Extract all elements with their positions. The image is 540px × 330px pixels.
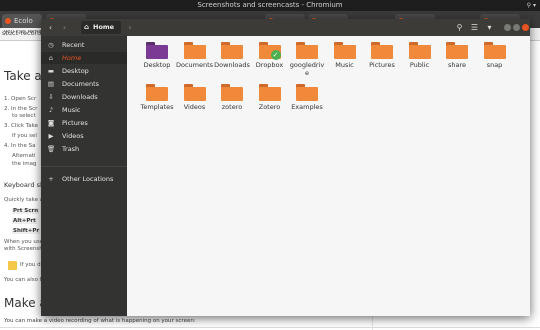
files-window: ‹ › ⌂ Home › ⚲ ☰ ▾ ◷ Recent ⌂ Home ▬ Desktop ▤… [41,19,530,316]
back-button[interactable]: ‹ [45,22,56,33]
article-text: If you d [20,262,41,268]
sync-check-icon: ✓ [270,50,281,60]
trash-icon: 🗑 [47,145,56,153]
file-grid: Desktop Documents Downloads ✓ Dropbox googled… [127,36,530,316]
article-text: with Screensh [4,246,43,252]
folder-icon: ✓ [258,42,281,60]
window-title: Screenshots and screencasts - Chromium [197,1,343,9]
folder-icon [296,42,318,59]
path-forward-button[interactable]: › [125,22,135,33]
sidebar-item-label: Trash [62,145,80,153]
places-sidebar: ◷ Recent ⌂ Home ▬ Desktop ▤ Documents ⇩ Downloads… [41,36,127,316]
search-icon[interactable]: ⚲ [454,22,465,33]
sidebar-item-music[interactable]: ♪ Music [41,104,127,116]
folder-icon [296,84,318,101]
sidebar-separator [41,166,127,167]
sidebar-item-label: Recent [62,41,85,49]
folder-icon [183,84,206,101]
menu-icon[interactable]: ▾ [484,22,495,33]
folder-icon [408,42,431,59]
video-icon: ▶ [48,132,54,140]
plus-icon: + [48,175,54,183]
sidebar-item-label: Documents [62,80,100,88]
maximize-button[interactable] [513,24,520,31]
key-label: Alt+Prt [12,218,37,224]
folder-icon [446,42,468,59]
sidebar-item-label: Pictures [62,119,88,127]
article-step: 1. Open Scr [4,96,37,102]
folder-icon [333,42,356,59]
home-icon: ⌂ [84,23,90,31]
sidebar-item-desktop[interactable]: ▬ Desktop [41,65,127,77]
article-text: Quickly take a [4,197,44,203]
folder-icon: ▬ [47,67,55,75]
sidebar-item-label: Music [62,106,81,114]
sidebar-item-trash[interactable]: 🗑 Trash [41,143,127,155]
home-icon: ⌂ [48,54,54,62]
sidebar-item-label: Videos [62,132,84,140]
sidebar-item-other-locations[interactable]: + Other Locations [41,173,127,185]
folder-icon [183,42,206,59]
key-label: Shift+Pr [12,228,41,234]
article-step: 4. In the Sa [4,143,36,149]
folder-icon [146,84,168,101]
file-label: Examples [291,103,323,111]
sidebar-item-documents[interactable]: ▤ Documents [41,78,127,90]
forward-button[interactable]: › [59,22,70,33]
article-step: 2. In the Scr [4,106,38,112]
list-view-icon[interactable]: ☰ [469,22,480,33]
header-bar: ‹ › ⌂ Home › ⚲ ☰ ▾ [41,19,530,36]
desktop-folder-icon [146,42,168,59]
article-step: Alternati [12,153,36,159]
download-icon: ⇩ [48,93,54,101]
article-step: the imag [12,161,37,167]
sidebar-item-pictures[interactable]: ◙ Pictures [41,117,127,129]
article-text: When you use [4,239,44,245]
system-tray[interactable]: ⚲ ▾ [527,0,536,11]
music-icon: ♪ [48,106,54,114]
clock-icon: ◷ [48,41,54,49]
path-label: Home [93,23,115,31]
sidebar-item-downloads[interactable]: ⇩ Downloads [41,91,127,103]
close-button[interactable] [522,24,529,31]
sidebar-item-label: Other Locations [62,175,114,183]
camera-icon: ◙ [47,119,55,127]
note-icon [8,261,17,270]
sidebar-item-label: Desktop [62,67,89,75]
file-label: snap [486,61,503,69]
article-text: You can make a video recording of what i… [4,318,196,324]
folder-icon [221,42,243,59]
sidebar-item-label: Home [62,54,82,62]
folder-icon [221,84,243,101]
document-icon: ▤ [47,80,55,88]
folder-icon [258,84,281,101]
sidebar-item-videos[interactable]: ▶ Videos [41,130,127,142]
sidebar-item-label: Downloads [62,93,98,101]
sidebar-item-home[interactable]: ⌂ Home [41,52,127,64]
article-step: 3. Click Take [4,123,39,129]
browser-tab[interactable]: Ecolo [2,14,42,28]
top-panel: Screenshots and screencasts - Chromium ⚲… [0,0,540,11]
path-bar-home[interactable]: ⌂ Home [81,21,121,34]
article-subheading: Keyboard sh [4,181,45,189]
article-step: to select [12,113,36,119]
folder-icon [371,42,393,59]
sidebar-item-recent[interactable]: ◷ Recent [41,39,127,51]
favicon-icon [5,18,11,24]
article-step: If you sel [12,133,37,139]
folder-icon [483,42,506,59]
minimize-button[interactable] [504,24,511,31]
key-label: Prt Scrn [12,208,40,214]
